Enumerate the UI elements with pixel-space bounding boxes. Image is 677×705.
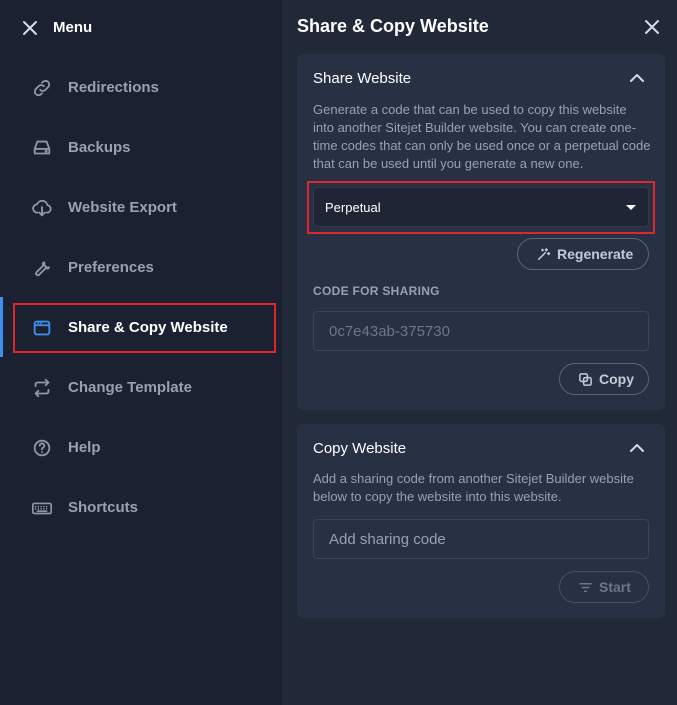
help-circle-icon	[33, 439, 51, 457]
copy-button[interactable]: Copy	[559, 363, 649, 395]
share-website-card: Share Website Generate a code that can b…	[297, 54, 665, 410]
backup-drive-icon	[33, 140, 51, 155]
sidebar-item-backups[interactable]: Backups	[0, 123, 282, 173]
highlight-box	[13, 303, 276, 353]
cloud-download-icon	[32, 199, 52, 217]
sidebar-item-change-template[interactable]: Change Template	[0, 363, 282, 413]
chevron-up-icon[interactable]	[629, 70, 645, 86]
close-icon[interactable]	[20, 18, 40, 38]
keyboard-icon	[32, 502, 52, 515]
sharing-code-field[interactable]	[313, 311, 649, 351]
regenerate-button[interactable]: Regenerate	[517, 238, 649, 270]
start-label: Start	[599, 579, 631, 595]
sharing-code-input[interactable]	[313, 519, 649, 559]
sidebar: Menu Redirections Backups Website Export…	[0, 0, 282, 705]
sidebar-item-redirections[interactable]: Redirections	[0, 63, 282, 113]
sidebar-item-preferences[interactable]: Preferences	[0, 243, 282, 293]
copy-website-card: Copy Website Add a sharing code from ano…	[297, 424, 665, 618]
copy-website-title: Copy Website	[313, 440, 407, 457]
link-icon	[33, 79, 51, 97]
sidebar-item-help[interactable]: Help	[0, 423, 282, 473]
sidebar-item-website-export[interactable]: Website Export	[0, 183, 282, 233]
sidebar-item-label: Preferences	[68, 259, 154, 276]
highlight-box	[307, 181, 655, 234]
copy-website-description: Add a sharing code from another Sitejet …	[313, 471, 634, 504]
chevron-up-icon[interactable]	[629, 440, 645, 456]
code-for-sharing-label: CODE FOR SHARING	[313, 284, 440, 298]
sidebar-title: Menu	[53, 19, 93, 36]
swap-arrows-icon	[34, 378, 50, 398]
sidebar-item-label: Change Template	[68, 379, 192, 396]
close-icon[interactable]	[643, 18, 661, 36]
sidebar-item-label: Redirections	[68, 79, 159, 96]
copy-label: Copy	[599, 371, 634, 387]
start-button[interactable]: Start	[559, 571, 649, 603]
share-website-description: Generate a code that can be used to copy…	[313, 102, 651, 171]
sidebar-item-shortcuts[interactable]: Shortcuts	[0, 483, 282, 533]
share-copy-panel: Share & Copy Website Share Website Gener…	[282, 0, 677, 705]
regenerate-label: Regenerate	[557, 246, 634, 262]
copy-icon	[579, 373, 592, 386]
panel-title: Share & Copy Website	[297, 16, 489, 36]
wrench-icon	[35, 261, 50, 277]
sidebar-header: Menu	[0, 0, 282, 56]
sidebar-item-label: Backups	[68, 139, 131, 156]
sidebar-item-label: Shortcuts	[68, 499, 139, 516]
sidebar-item-label: Website Export	[68, 199, 177, 216]
magic-wand-icon	[538, 248, 551, 260]
filter-icon	[579, 583, 592, 592]
share-website-title: Share Website	[313, 70, 412, 87]
sidebar-item-label: Help	[68, 439, 101, 456]
